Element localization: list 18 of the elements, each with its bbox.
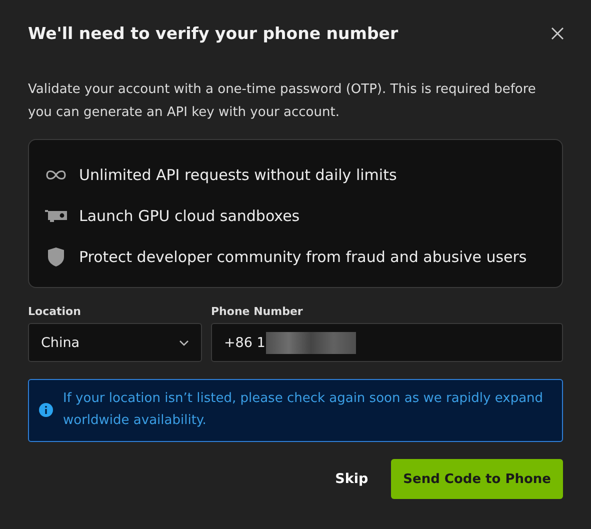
dialog-title: We'll need to verify your phone number [28,24,398,43]
location-dropdown[interactable]: China [28,323,202,362]
phone-input-field[interactable]: +86 1 [211,323,563,362]
feature-text: Protect developer community from fraud and abusive users [79,248,527,266]
close-icon[interactable] [549,25,566,42]
skip-button[interactable]: Skip [331,467,372,491]
send-code-button[interactable]: Send Code to Phone [391,459,563,499]
chevron-down-icon [179,340,189,346]
info-icon [39,403,53,417]
notice-text: If your location isn’t listed, please check again soon as we rapidly expand worldwide availability. [63,390,544,430]
dialog-description: Validate your account with a one-time password (OTP). This is required before you can generate an API key with your account. [28,81,537,122]
field-label: Phone Number [211,305,304,318]
feature-text: Launch GPU cloud sandboxes [79,206,300,224]
infinity-icon [45,168,67,180]
field-label: Location [28,305,82,318]
shield-icon [45,246,67,266]
feature-text: Unlimited API requests without daily limits [79,166,397,184]
graphics-card-icon [45,208,67,222]
